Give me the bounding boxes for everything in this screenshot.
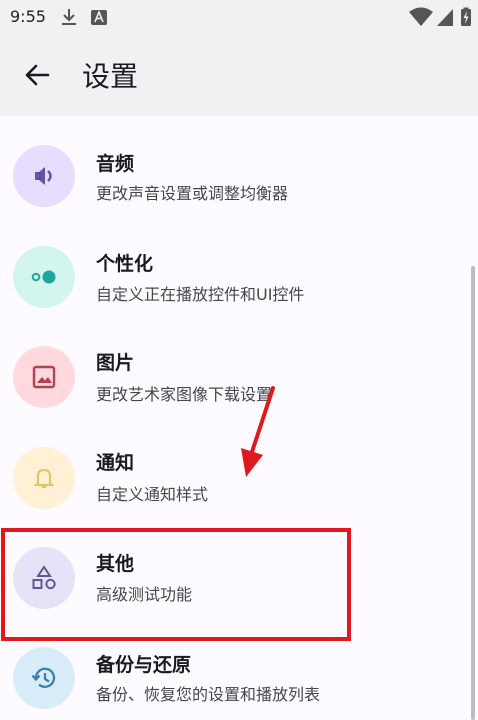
backup-icon-circle — [13, 647, 75, 709]
audio-title: 音频 — [96, 153, 135, 175]
signal-icon — [437, 9, 453, 26]
download-icon — [62, 9, 76, 25]
notification-icon-circle — [13, 447, 75, 509]
app-bar: 设置 — [0, 36, 478, 116]
scrollbar[interactable] — [471, 266, 475, 720]
settings-item-notification[interactable]: 通知 自定义通知样式 — [0, 426, 470, 526]
page-title: 设置 — [82, 60, 139, 93]
a-box-icon — [91, 9, 107, 25]
personalize-title: 个性化 — [96, 253, 154, 275]
settings-item-images[interactable]: 图片 更改艺术家图像下载设置 — [0, 326, 470, 426]
arrow-back-icon[interactable] — [22, 60, 52, 90]
battery-charging-icon — [461, 7, 471, 26]
wifi-icon — [409, 7, 433, 26]
settings-item-personalize[interactable]: 个性化 自定义正在播放控件和UI控件 — [0, 226, 470, 326]
images-title: 图片 — [96, 352, 135, 374]
settings-item-audio[interactable]: 音频 更改声音设置或调整均衡器 — [0, 126, 470, 226]
personalize-subtitle: 自定义正在播放控件和UI控件 — [96, 285, 305, 304]
notification-subtitle: 自定义通知样式 — [96, 485, 209, 504]
restore-icon — [31, 667, 56, 688]
toggle-dots-icon — [31, 270, 56, 284]
settings-item-backup[interactable]: 备份与还原 备份、恢复您的设置和播放列表 — [0, 636, 470, 720]
status-time: 9:55 — [10, 7, 46, 26]
speaker-icon — [35, 167, 52, 185]
image-icon — [32, 365, 56, 389]
notification-title: 通知 — [96, 452, 135, 474]
images-icon-circle — [13, 346, 75, 408]
backup-title: 备份与还原 — [96, 654, 192, 676]
red-arrow-annotation — [241, 386, 275, 477]
backup-subtitle: 备份、恢复您的设置和播放列表 — [96, 685, 321, 704]
audio-icon-circle — [13, 145, 75, 207]
bell-icon — [33, 468, 55, 488]
personalize-icon-circle — [13, 246, 75, 308]
status-bar: 9:55 — [0, 0, 478, 36]
red-highlight-box — [1, 528, 351, 641]
audio-subtitle: 更改声音设置或调整均衡器 — [96, 184, 289, 203]
